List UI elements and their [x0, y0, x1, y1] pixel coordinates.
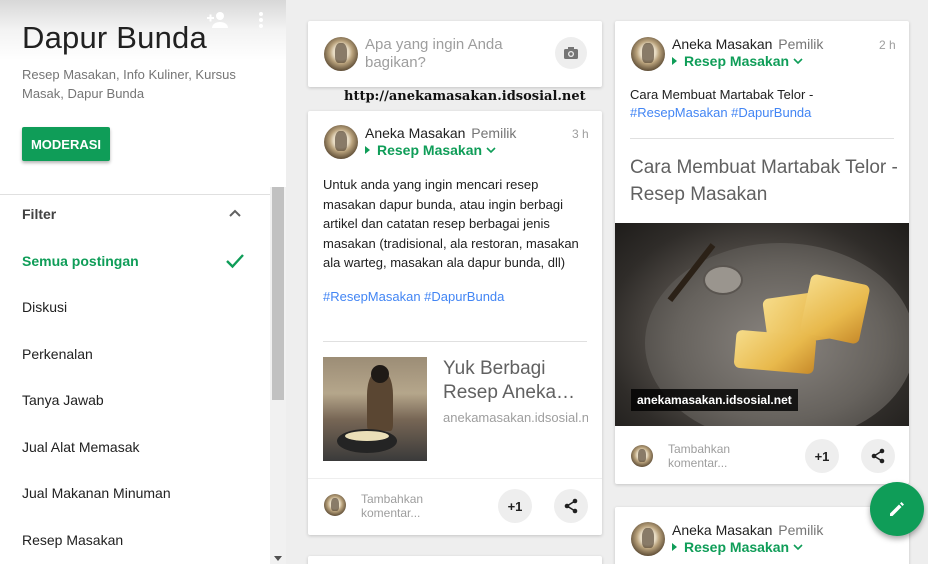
- post-author[interactable]: Aneka Masakan Pemilik: [672, 36, 823, 52]
- filter-item-label: Jual Makanan Minuman: [22, 485, 171, 501]
- spoon-shape: [703, 265, 743, 295]
- post-hashtags[interactable]: #ResepMasakan #DapurBunda: [630, 105, 811, 120]
- category-label: Resep Masakan: [684, 53, 790, 69]
- post-time[interactable]: 3 h: [572, 127, 589, 141]
- avatar[interactable]: [631, 522, 665, 556]
- author-role: Pemilik: [778, 36, 824, 52]
- filter-item-label: Jual Alat Memasak: [22, 439, 140, 455]
- link-preview-url[interactable]: anekamasakan.idsosial.net: [443, 410, 588, 425]
- filter-item-food-sale[interactable]: Jual Makanan Minuman: [0, 472, 270, 516]
- filter-item-all-posts[interactable]: Semua postingan: [0, 240, 270, 284]
- avatar: [324, 494, 346, 516]
- post-body: Cara Membuat Martabak Telor -: [630, 87, 814, 102]
- community-sidebar: Dapur Bunda Resep Masakan, Info Kuliner,…: [0, 0, 286, 564]
- avatar[interactable]: [324, 125, 358, 159]
- filter-item-label: Perkenalan: [22, 346, 93, 362]
- author-name: Aneka Masakan: [365, 125, 466, 141]
- omelet-shape: [799, 273, 871, 345]
- chevron-down-icon: [793, 58, 803, 65]
- filter-item-label: Semua postingan: [22, 253, 139, 269]
- scrollbar-thumb[interactable]: [272, 187, 284, 400]
- filter-item-discussion[interactable]: Diskusi: [0, 286, 270, 330]
- post-author[interactable]: Aneka Masakan Pemilik: [365, 125, 516, 141]
- plus-one-button[interactable]: +1: [498, 489, 532, 523]
- post-time[interactable]: 2 h: [879, 38, 896, 52]
- composer-input[interactable]: Apa yang ingin Anda bagikan?: [365, 36, 535, 72]
- author-name: Aneka Masakan: [672, 522, 773, 538]
- attachment-title[interactable]: Cara Membuat Martabak Telor - Resep Masa…: [630, 154, 905, 208]
- moderate-button[interactable]: MODERASI: [22, 127, 110, 161]
- post-body: Untuk anda yang ingin mencari resep masa…: [323, 177, 579, 270]
- post-card: [308, 556, 602, 564]
- filter-item-label: Resep Masakan: [22, 532, 124, 548]
- sidebar-scrollbar[interactable]: [270, 187, 286, 564]
- post-hashtags[interactable]: #ResepMasakan #DapurBunda: [323, 289, 504, 304]
- filter-header[interactable]: Filter: [0, 195, 270, 235]
- chevron-down-icon: [486, 147, 496, 154]
- filter-item-introduction[interactable]: Perkenalan: [0, 333, 270, 377]
- filter-item-label: Tanya Jawab: [22, 392, 104, 408]
- attachment-image[interactable]: anekamasakan.idsosial.net: [615, 223, 909, 426]
- filter-item-cookware-sale[interactable]: Jual Alat Memasak: [0, 426, 270, 470]
- share-icon[interactable]: [554, 489, 588, 523]
- chevron-down-icon: [793, 544, 803, 551]
- category-arrow-icon: [365, 146, 370, 154]
- image-watermark: anekamasakan.idsosial.net: [631, 389, 798, 411]
- filter-heading: Filter: [22, 206, 57, 222]
- divider: [630, 138, 894, 139]
- more-vert-icon[interactable]: [248, 8, 274, 32]
- community-description: Resep Masakan, Info Kuliner, Kursus Masa…: [22, 67, 236, 101]
- thumb-food: [345, 431, 389, 441]
- community-title: Dapur Bunda: [22, 20, 207, 55]
- post-category[interactable]: Resep Masakan: [672, 53, 803, 69]
- author-name: Aneka Masakan: [672, 36, 773, 52]
- avatar[interactable]: [631, 37, 665, 71]
- avatar: [324, 37, 358, 71]
- post-category[interactable]: Resep Masakan: [365, 142, 496, 158]
- scroll-down-arrow-icon[interactable]: [274, 556, 282, 561]
- author-role: Pemilik: [471, 125, 517, 141]
- omelet-shape: [733, 329, 817, 375]
- category-label: Resep Masakan: [684, 539, 790, 555]
- filter-item-label: Diskusi: [22, 299, 68, 315]
- category-arrow-icon: [672, 57, 677, 65]
- divider: [308, 478, 602, 479]
- check-icon: [224, 250, 246, 277]
- person-add-icon[interactable]: [204, 8, 230, 32]
- filter-item-recipes[interactable]: Resep Masakan: [0, 519, 270, 563]
- edit-pencil-icon[interactable]: [870, 482, 924, 536]
- category-arrow-icon: [672, 543, 677, 551]
- avatar: [631, 445, 653, 467]
- community-header: Dapur Bunda Resep Masakan, Info Kuliner,…: [0, 0, 286, 187]
- header-actions: [204, 8, 274, 32]
- author-role: Pemilik: [778, 522, 824, 538]
- category-label: Resep Masakan: [377, 142, 483, 158]
- chevron-up-icon: [227, 205, 243, 226]
- divider: [323, 341, 587, 342]
- post-category[interactable]: Resep Masakan: [672, 539, 803, 555]
- share-icon[interactable]: [861, 439, 895, 473]
- comment-input[interactable]: Tambahkan komentar...: [668, 442, 748, 470]
- link-preview-image[interactable]: [323, 357, 427, 461]
- comment-input[interactable]: Tambahkan komentar...: [361, 492, 441, 520]
- post-author[interactable]: Aneka Masakan Pemilik: [672, 522, 823, 538]
- thumb-head: [371, 365, 389, 383]
- camera-icon[interactable]: [555, 37, 587, 69]
- link-preview-title[interactable]: Yuk Berbagi Resep Aneka…: [443, 357, 593, 405]
- filter-item-qna[interactable]: Tanya Jawab: [0, 379, 270, 423]
- plus-one-button[interactable]: +1: [805, 439, 839, 473]
- overlay-url-text: http://anekamasakan.idsosial.net: [344, 89, 586, 104]
